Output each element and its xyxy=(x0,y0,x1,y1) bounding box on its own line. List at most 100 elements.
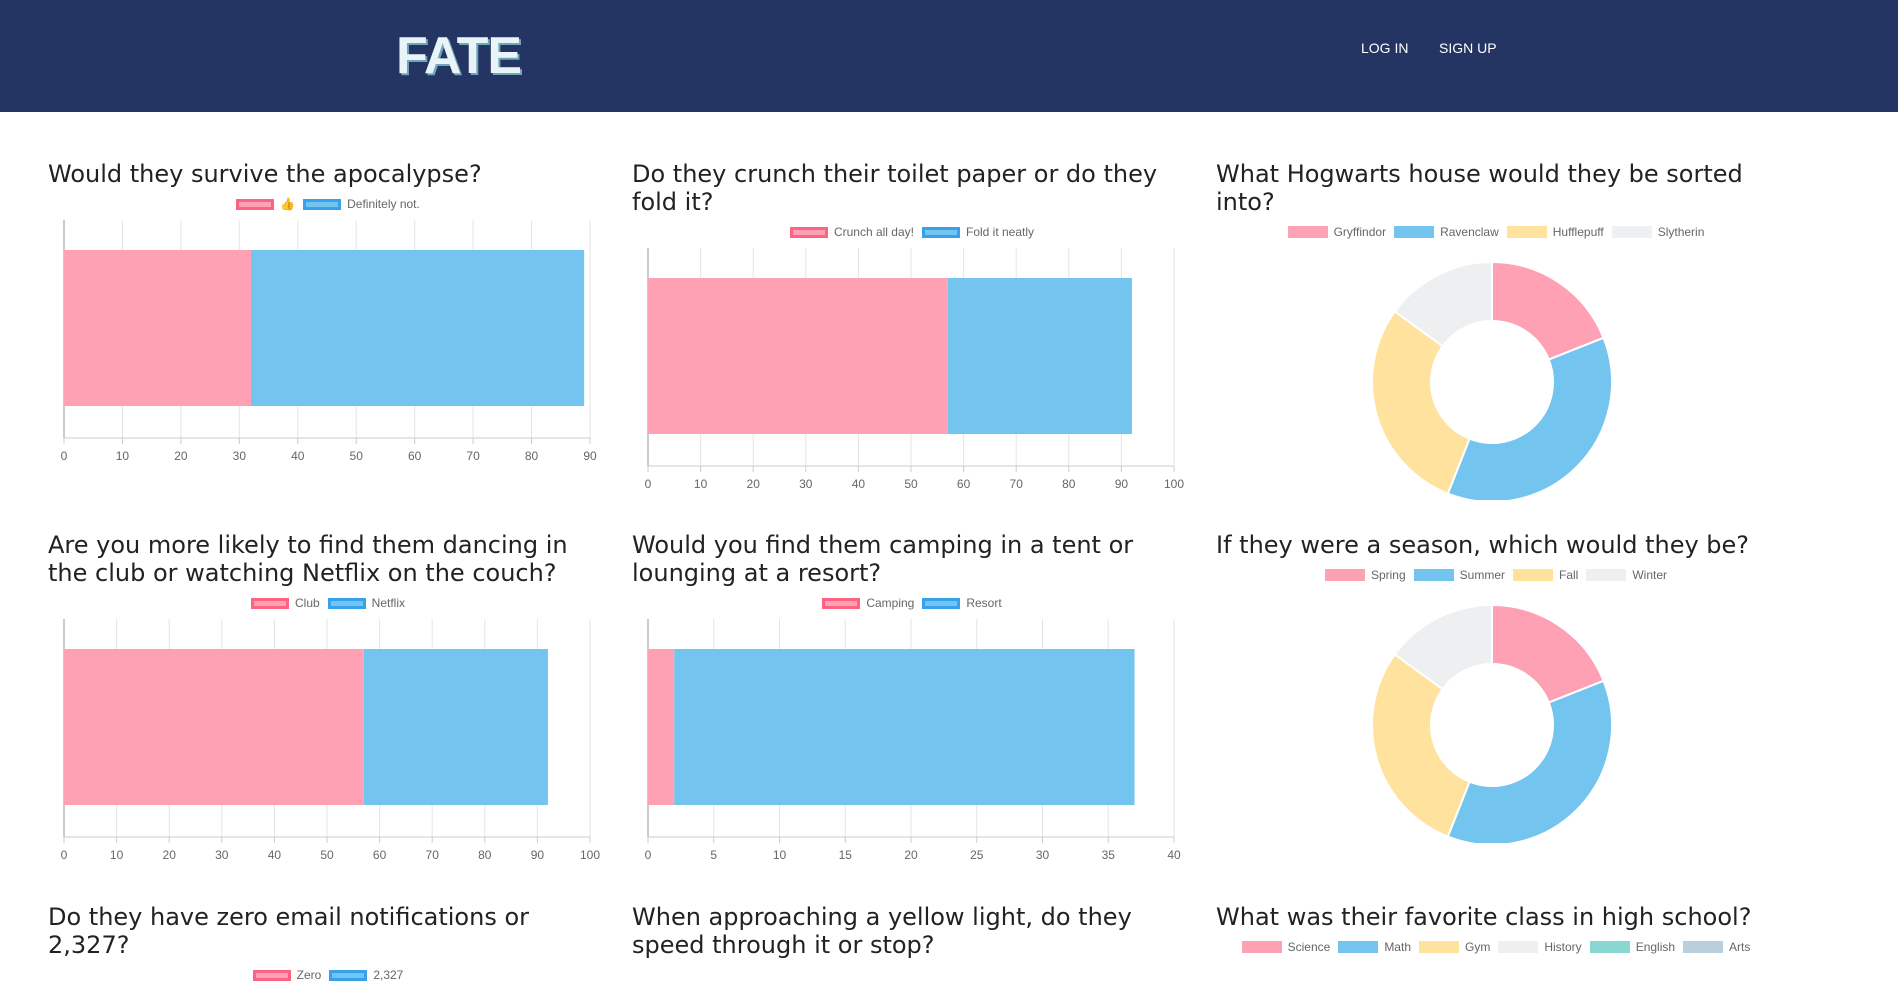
fate-logo[interactable]: FATE xyxy=(396,26,522,86)
legend-item[interactable]: 👍 xyxy=(236,197,295,211)
signup-link[interactable]: SIGN UP xyxy=(1439,40,1497,56)
x-tick-label: 90 xyxy=(1115,477,1129,491)
x-tick-label: 20 xyxy=(904,848,918,862)
legend-item[interactable]: Gryffindor xyxy=(1287,225,1387,239)
question-panel-apocalypse: Would they survive the apocalypse? 👍 Defi… xyxy=(48,160,608,472)
question-title: Would they survive the apocalypse? xyxy=(48,160,482,188)
legend-label: Math xyxy=(1384,940,1411,954)
x-tick-label: 100 xyxy=(580,848,600,862)
x-tick-label: 15 xyxy=(839,848,853,862)
legend-label: Hufflepuff xyxy=(1552,225,1604,239)
legend-item[interactable]: Arts xyxy=(1683,940,1750,954)
question-title: Do they crunch their toilet paper or do … xyxy=(632,160,1158,216)
legend-item[interactable]: Fold it neatly xyxy=(922,225,1034,239)
doughnut-slice-hufflepuff xyxy=(1371,310,1471,495)
legend-item[interactable]: Gym xyxy=(1419,940,1490,954)
legend-item[interactable]: Hufflepuff xyxy=(1506,225,1604,239)
legend-item[interactable]: 2,327 xyxy=(329,968,403,982)
legend-swatch xyxy=(250,597,289,609)
legend-label: Spring xyxy=(1370,568,1406,582)
legend-item[interactable]: History xyxy=(1498,940,1582,954)
legend-item[interactable]: Math xyxy=(1338,940,1411,954)
x-tick-label: 30 xyxy=(1036,848,1050,862)
x-tick-label: 50 xyxy=(350,449,364,463)
legend-swatch xyxy=(1586,569,1627,581)
legend-label: 2,327 xyxy=(373,968,404,982)
legend-swatch xyxy=(822,597,861,609)
x-tick-label: 70 xyxy=(426,848,440,862)
legend-item[interactable]: Zero xyxy=(252,968,322,982)
legend-swatch xyxy=(1287,226,1328,238)
legend-item[interactable]: Resort xyxy=(922,596,1002,610)
legend-swatch xyxy=(1611,226,1652,238)
doughnut-slice-ravenclaw xyxy=(1446,336,1613,500)
legend-swatch xyxy=(303,198,342,210)
legend-item[interactable]: Definitely not. xyxy=(303,197,420,211)
legend-label: Netflix xyxy=(371,596,406,610)
legend-item[interactable]: Spring xyxy=(1324,568,1406,582)
x-tick-label: 80 xyxy=(525,449,539,463)
x-tick-label: 80 xyxy=(1062,477,1076,491)
hogwarts-doughnut-chart xyxy=(1371,260,1613,500)
x-tick-label: 10 xyxy=(773,848,787,862)
legend-label: Arts xyxy=(1729,940,1751,954)
legend-swatch xyxy=(329,969,368,981)
login-link[interactable]: LOG IN xyxy=(1361,40,1408,56)
legend-item[interactable]: Slytherin xyxy=(1611,225,1704,239)
legend-item[interactable]: Fall xyxy=(1513,568,1578,582)
chart-legend: Club Netflix xyxy=(48,595,608,611)
chart-legend: Camping Resort xyxy=(632,595,1192,611)
legend-swatch xyxy=(236,198,275,210)
legend-swatch xyxy=(1413,569,1454,581)
question-panel-email: Do they have zero email notifications or… xyxy=(48,903,608,983)
legend-swatch xyxy=(1241,941,1282,953)
legend-item[interactable]: English xyxy=(1589,940,1675,954)
legend-item[interactable]: Crunch all day! xyxy=(789,225,914,239)
chart-legend: Zero 2,327 xyxy=(48,967,608,983)
camping-resort-bar-chart: 0 5 10 15 20 25 30 35 40 xyxy=(645,619,1181,862)
season-doughnut-chart xyxy=(1371,603,1613,843)
legend-item[interactable]: Summer xyxy=(1413,568,1505,582)
question-title: What Hogwarts house would they be sorted… xyxy=(1216,160,1743,216)
legend-item[interactable]: Ravenclaw xyxy=(1394,225,1499,239)
legend-label: History xyxy=(1544,940,1582,954)
legend-label: 👍 xyxy=(280,197,296,211)
legend-label: Ravenclaw xyxy=(1440,225,1499,239)
x-tick-label: 60 xyxy=(373,848,387,862)
legend-item[interactable]: Club xyxy=(250,596,320,610)
apocalypse-bar-chart: 0 10 20 30 40 50 60 70 80 90 xyxy=(61,220,597,463)
x-tick-label: 35 xyxy=(1102,848,1116,862)
question-panel-yellow-light: When approaching a yellow light, do they… xyxy=(632,903,1192,959)
club-netflix-bar-chart: 0 10 20 30 40 50 60 70 80 90 100 xyxy=(61,619,600,862)
x-tick-label: 40 xyxy=(852,477,866,491)
legend-label: Gryffindor xyxy=(1333,225,1387,239)
x-tick-label: 40 xyxy=(291,449,305,463)
legend-item[interactable]: Camping xyxy=(822,596,914,610)
legend-label: Zero xyxy=(296,968,322,982)
bar-segment-second xyxy=(947,278,1132,434)
question-panel-hogwarts: What Hogwarts house would they be sorted… xyxy=(1216,160,1776,500)
legend-label: Camping xyxy=(866,596,915,610)
legend-swatch xyxy=(1498,941,1539,953)
legend-swatch xyxy=(1506,226,1547,238)
question-title: Are you more likely to find them dancing… xyxy=(48,531,568,587)
legend-swatch xyxy=(1338,941,1379,953)
x-tick-label: 0 xyxy=(645,477,652,491)
doughnut-slice-summer xyxy=(1446,679,1613,843)
bar-segment-second xyxy=(674,649,1135,805)
x-tick-label: 20 xyxy=(163,848,177,862)
x-tick-label: 30 xyxy=(215,848,229,862)
x-tick-label: 50 xyxy=(320,848,334,862)
legend-item[interactable]: Winter xyxy=(1586,568,1667,582)
legend-label: Crunch all day! xyxy=(833,225,914,239)
legend-label: Winter xyxy=(1632,568,1668,582)
x-tick-label: 40 xyxy=(1167,848,1181,862)
legend-label: Fall xyxy=(1559,568,1579,582)
legend-label: Fold it neatly xyxy=(966,225,1035,239)
x-tick-label: 40 xyxy=(268,848,282,862)
legend-swatch xyxy=(1683,941,1724,953)
legend-item[interactable]: Netflix xyxy=(327,596,406,610)
legend-label: Science xyxy=(1287,940,1331,954)
legend-label: Club xyxy=(294,596,320,610)
legend-item[interactable]: Science xyxy=(1241,940,1331,954)
